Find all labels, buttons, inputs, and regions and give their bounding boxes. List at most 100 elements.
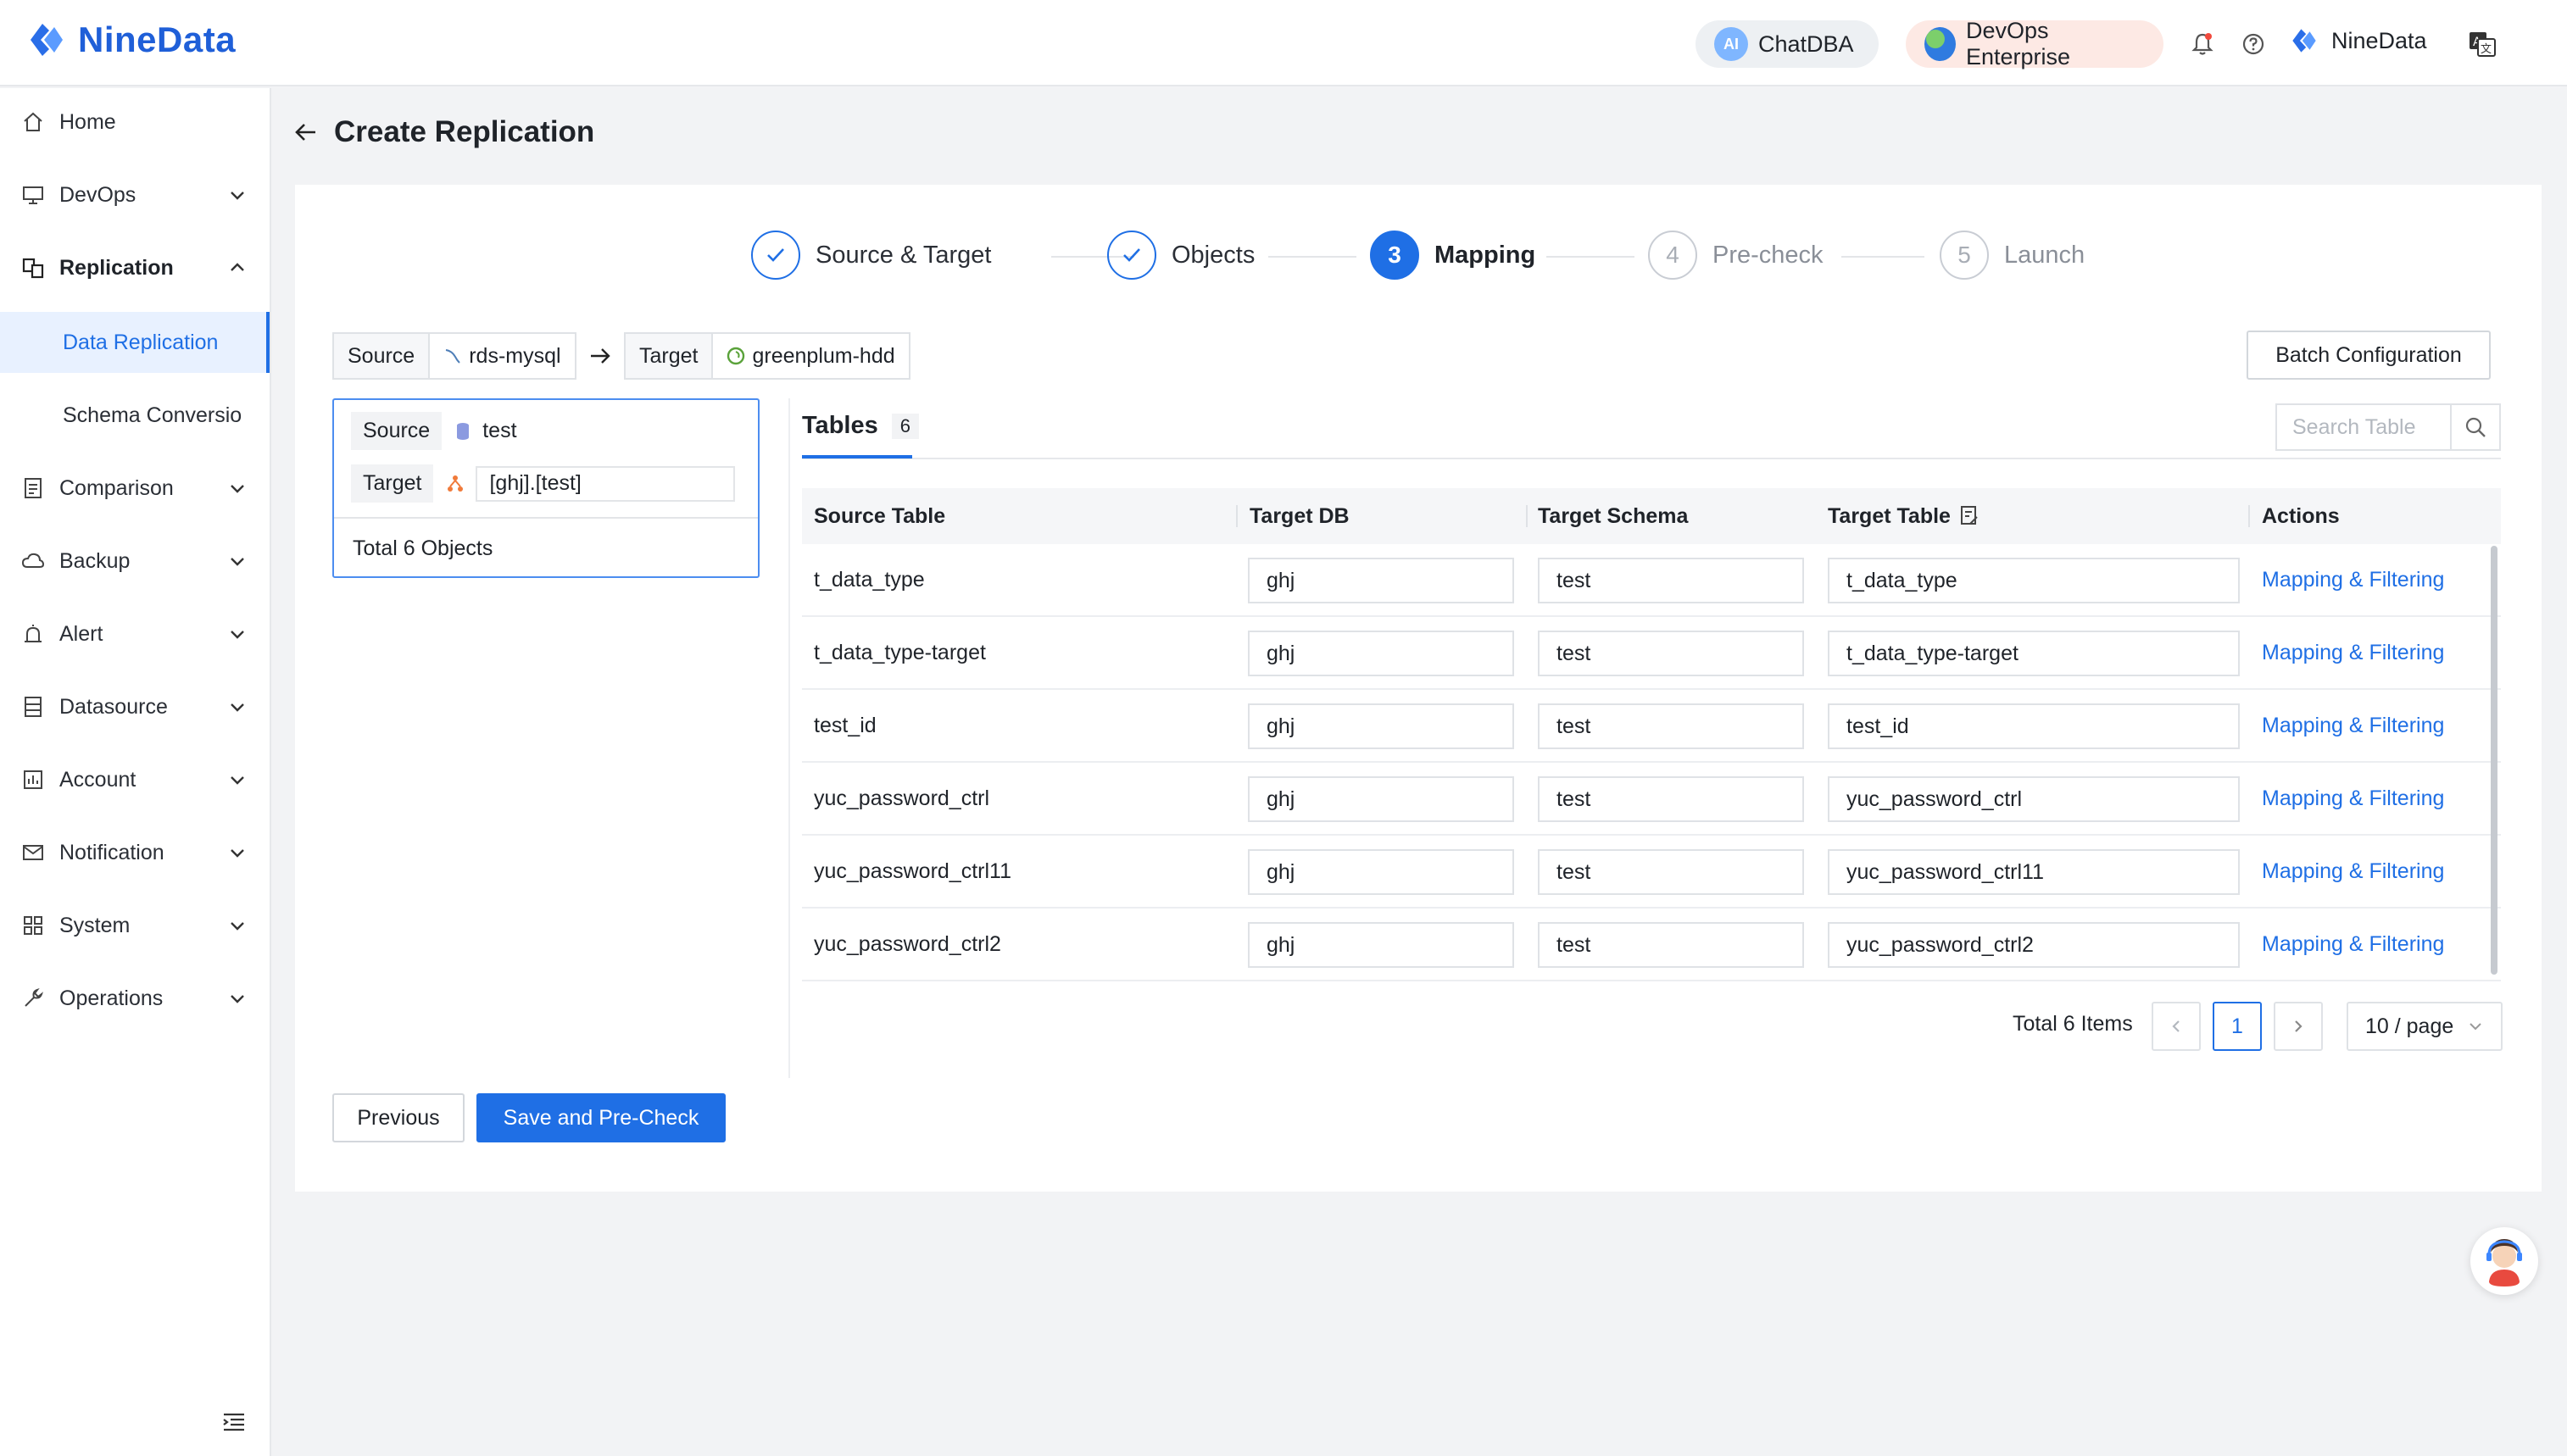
sidebar-item-schema-conversion[interactable]: Schema Conversio — [0, 385, 270, 446]
table-row: yuc_password_ctrl11 ghj test yuc_passwor… — [802, 836, 2501, 909]
greenplum-icon — [727, 347, 745, 365]
target-table-input[interactable]: yuc_password_ctrl — [1828, 776, 2240, 822]
target-value-wrap: greenplum-hdd — [713, 344, 908, 369]
objects-source-key: Source — [351, 412, 443, 450]
sidebar-item-alert[interactable]: Alert — [0, 607, 270, 661]
sidebar-item-system[interactable]: System — [0, 898, 270, 953]
pagination-prev-button[interactable] — [2152, 1002, 2201, 1051]
collapse-menu-icon[interactable] — [220, 1409, 248, 1436]
mapping-filtering-link[interactable]: Mapping & Filtering — [2262, 909, 2444, 980]
sidebar-label-system: System — [59, 913, 131, 937]
source-value-wrap: rds-mysql — [430, 344, 574, 369]
target-table-input[interactable]: t_data_type-target — [1828, 631, 2240, 676]
mapping-filtering-link[interactable]: Mapping & Filtering — [2262, 690, 2444, 761]
chatdba-button[interactable]: AI ChatDBA — [1696, 20, 1879, 68]
pagination-page-1[interactable]: 1 — [2213, 1002, 2262, 1051]
mapping-filtering-link[interactable]: Mapping & Filtering — [2262, 617, 2444, 688]
table-scrollbar[interactable] — [2491, 546, 2497, 975]
th-target-table: Target Table — [1828, 488, 1980, 544]
edit-doc-icon[interactable] — [1959, 505, 1980, 527]
sidebar-item-data-replication[interactable]: Data Replication — [0, 312, 270, 373]
cell-source-table: yuc_password_ctrl — [814, 786, 990, 810]
objects-source-value-wrap: test — [455, 419, 517, 443]
cell-source-table: t_data_type — [814, 567, 925, 592]
chevron-down-icon — [2470, 1023, 2481, 1031]
pagination-total: Total 6 Items — [2013, 1012, 2133, 1036]
target-db-input[interactable]: ghj — [1248, 703, 1514, 749]
objects-source-value: test — [482, 419, 517, 442]
sidebar-item-notification[interactable]: Notification — [0, 825, 270, 880]
target-table-input[interactable]: yuc_password_ctrl2 — [1828, 922, 2240, 968]
target-schema-input[interactable]: test — [1538, 558, 1804, 603]
table-row: t_data_type-target ghj test t_data_type-… — [802, 617, 2501, 690]
objects-target-row: Target [ghj].[test] — [351, 464, 736, 503]
replication-icon — [20, 255, 46, 281]
help-icon[interactable] — [2238, 29, 2269, 59]
brand-logo[interactable]: NineData — [25, 19, 236, 61]
target-connection-tag: Target greenplum-hdd — [624, 332, 910, 380]
target-schema-input[interactable]: test — [1538, 703, 1804, 749]
target-db-input[interactable]: ghj — [1248, 631, 1514, 676]
search-input[interactable]: Search Table — [2277, 415, 2450, 440]
sidebar-item-account[interactable]: Account — [0, 753, 270, 807]
target-table-input[interactable]: yuc_password_ctrl11 — [1828, 849, 2240, 895]
mapping-filtering-link[interactable]: Mapping & Filtering — [2262, 836, 2444, 907]
target-schema-input[interactable]: test — [1538, 631, 1804, 676]
bell-icon[interactable] — [2187, 29, 2218, 59]
cell-source-table: yuc_password_ctrl11 — [814, 859, 1011, 883]
sidebar-item-backup[interactable]: Backup — [0, 534, 270, 588]
target-db-input[interactable]: ghj — [1248, 922, 1514, 968]
target-table-input[interactable]: test_id — [1828, 703, 2240, 749]
globe-icon — [1924, 27, 1956, 61]
step-label: Source & Target — [816, 241, 992, 269]
tab-tables-count: 6 — [891, 413, 919, 439]
save-and-precheck-button[interactable]: Save and Pre-Check — [476, 1093, 726, 1142]
mapping-filtering-link[interactable]: Mapping & Filtering — [2262, 544, 2444, 615]
th-target-db: Target DB — [1250, 503, 1350, 528]
batch-configuration-button[interactable]: Batch Configuration — [2247, 331, 2491, 380]
target-db-input[interactable]: ghj — [1248, 558, 1514, 603]
chevron-down-icon — [231, 995, 244, 1003]
sidebar-item-replication[interactable]: Replication — [0, 241, 270, 295]
target-schema-input[interactable]: test — [1538, 922, 1804, 968]
language-icon[interactable]: A文 — [2467, 29, 2497, 59]
cloud-icon — [20, 548, 46, 574]
sidebar: Home DevOps Replication Data Replication… — [0, 88, 271, 1456]
cell-source-table: t_data_type-target — [814, 640, 986, 664]
tab-tables[interactable]: Tables 6 — [802, 412, 919, 440]
target-db-input[interactable]: ghj — [1248, 776, 1514, 822]
edition-badge[interactable]: DevOps Enterprise — [1906, 18, 2163, 69]
support-avatar[interactable] — [2470, 1227, 2538, 1295]
user-menu[interactable]: NineData — [2289, 25, 2427, 56]
page-size-select[interactable]: 10 / page — [2347, 1002, 2503, 1051]
sidebar-label-notification: Notification — [59, 840, 164, 864]
objects-panel[interactable]: Source test Target [ghj].[test] Total 6 … — [332, 398, 760, 578]
step-connector — [1546, 256, 1634, 258]
previous-button[interactable]: Previous — [332, 1093, 465, 1142]
step-label: Objects — [1172, 241, 1256, 269]
check-icon — [751, 231, 800, 280]
sidebar-item-comparison[interactable]: Comparison — [0, 461, 270, 515]
column-separator — [1526, 505, 1528, 527]
mapping-filtering-link[interactable]: Mapping & Filtering — [2262, 763, 2444, 834]
target-db-input[interactable]: ghj — [1248, 849, 1514, 895]
ai-icon: AI — [1714, 27, 1748, 61]
sidebar-item-operations[interactable]: Operations — [0, 971, 270, 1025]
source-connection-tag: Source rds-mysql — [332, 332, 576, 380]
objects-target-input[interactable]: [ghj].[test] — [476, 465, 736, 502]
column-separator — [2248, 505, 2250, 527]
source-value: rds-mysql — [469, 343, 561, 368]
th-source-table: Source Table — [814, 503, 946, 528]
target-table-input[interactable]: t_data_type — [1828, 558, 2240, 603]
chatdba-label: ChatDBA — [1758, 31, 1854, 57]
sidebar-item-datasource[interactable]: Datasource — [0, 680, 270, 734]
step-objects: Objects — [1107, 231, 1255, 280]
pagination-next-button[interactable] — [2274, 1002, 2323, 1051]
step-mapping: 3 Mapping — [1370, 231, 1535, 280]
sidebar-item-home[interactable]: Home — [0, 95, 270, 149]
search-button[interactable] — [2450, 405, 2499, 449]
sidebar-item-devops[interactable]: DevOps — [0, 168, 270, 222]
target-schema-input[interactable]: test — [1538, 849, 1804, 895]
back-arrow-icon[interactable] — [293, 119, 319, 145]
target-schema-input[interactable]: test — [1538, 776, 1804, 822]
